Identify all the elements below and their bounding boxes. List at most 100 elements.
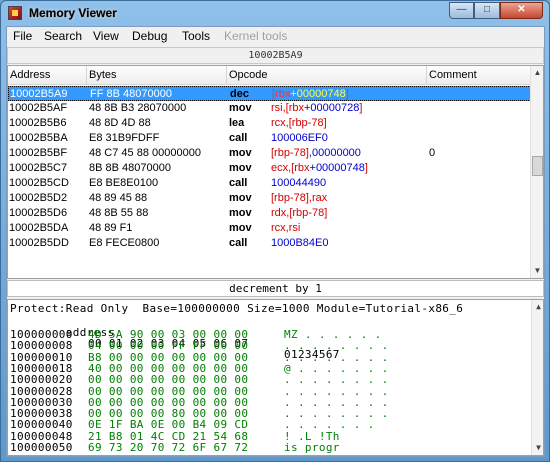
- row-address: 10002B5BA: [9, 132, 68, 144]
- row-address: 10002B5AF: [9, 102, 68, 114]
- hex-row[interactable]: 100000028 00 00 00 00 00 00 00 00. . . . …: [10, 386, 530, 397]
- hex-scrollbar[interactable]: ▲ ▼: [531, 300, 543, 455]
- hex-row[interactable]: 100000040 0E 1F BA 0E 00 B4 09 CD. . . . …: [10, 419, 530, 430]
- menu-file[interactable]: File: [13, 29, 32, 43]
- operand-part: ,00000000: [308, 147, 361, 159]
- row-bytes: E8 FECE0800: [89, 237, 160, 249]
- operand-part: ]: [345, 88, 349, 100]
- operand-part: +00000748: [290, 88, 346, 100]
- operand-part: rsi,[rbx: [271, 102, 304, 114]
- row-address: 10002B5DD: [9, 237, 69, 249]
- disassembler-scrollbar[interactable]: ▲ ▼: [530, 66, 543, 278]
- hex-row-ascii: . . . . . . .: [284, 418, 375, 432]
- row-operands: rcx,[rbp-78]: [271, 116, 327, 131]
- menu-search[interactable]: Search: [44, 29, 82, 43]
- row-opcode: mov: [229, 147, 252, 159]
- column-bytes[interactable]: Bytes: [87, 66, 227, 84]
- menu-view[interactable]: View: [93, 29, 119, 43]
- row-opcode: call: [229, 177, 248, 189]
- row-bytes: 48 8B B3 28070000: [89, 102, 187, 114]
- row-bytes: E8 BE8E0100: [89, 177, 159, 189]
- hex-row-bytes: 69 73 20 70 72 6F 67 72: [88, 441, 249, 454]
- column-comment[interactable]: Comment: [427, 66, 531, 84]
- row-bytes: 48 89 F1: [89, 222, 133, 234]
- row-opcode: call: [229, 132, 248, 144]
- row-bytes: FF 8B 48070000: [90, 88, 172, 100]
- row-address: 10002B5D2: [9, 192, 68, 204]
- hex-row[interactable]: 100000010 B8 00 00 00 00 00 00 00. . . . …: [10, 352, 530, 363]
- row-bytes: E8 31B9FDFF: [89, 132, 160, 144]
- disassembler-row[interactable]: 10002B5AF 48 8B B3 28070000 mov rsi,[rbx+00…: [8, 101, 531, 116]
- row-operands: rdx,[rbp-78]: [271, 206, 327, 221]
- disassembler-row[interactable]: 10002B5A9 FF 8B 48070000 dec [rbx+00000748]: [8, 86, 531, 101]
- row-address: 10002B5A9: [10, 88, 68, 100]
- disassembler-row[interactable]: 10002B5DD E8 FECE0800 call 1000B84E0: [8, 236, 531, 251]
- app-icon: [8, 6, 22, 20]
- row-opcode: mov: [229, 192, 252, 204]
- minimize-button[interactable]: —: [449, 2, 474, 19]
- hex-row-ascii: is progr: [284, 441, 340, 454]
- disassembler-row[interactable]: 10002B5B6 48 8D 4D 88 lea rcx,[rbp-78]: [8, 116, 531, 131]
- row-opcode: mov: [229, 162, 252, 174]
- hex-row[interactable]: 100000020 00 00 00 00 00 00 00 00. . . . …: [10, 374, 530, 385]
- disassembler-row[interactable]: 10002B5C7 8B 8B 48070000 mov ecx,[rbx+00000…: [8, 161, 531, 176]
- operand-part: [rbp-78]: [271, 147, 309, 159]
- disassembler-row[interactable]: 10002B5CD E8 BE8E0100 call 100044490: [8, 176, 531, 191]
- row-operands: 1000B84E0: [271, 236, 329, 251]
- hex-row-bytes: 0E 1F BA 0E 00 B4 09 CD: [88, 418, 249, 432]
- menu-tools[interactable]: Tools: [182, 29, 210, 43]
- scrollbar-thumb[interactable]: [532, 156, 543, 176]
- disassembler-row[interactable]: 10002B5D2 48 89 45 88 mov [rbp-78],rax: [8, 191, 531, 206]
- row-comment: 0: [429, 147, 436, 159]
- menu-debug[interactable]: Debug: [132, 29, 167, 43]
- title-bar[interactable]: Memory Viewer — □ ✕: [1, 1, 549, 26]
- hex-row-bytes: 00 00 00 00 00 00 00 00: [88, 373, 249, 387]
- operand-part: rdx,[rbp-78]: [271, 207, 328, 219]
- disassembler-view[interactable]: Address Bytes Opcode Comment 10002B5A9 FF…: [7, 65, 544, 279]
- row-address: 10002B5B6: [9, 117, 67, 129]
- operand-part: rcx,rsi: [271, 222, 301, 234]
- row-address: 10002B5C7: [9, 162, 68, 174]
- operand-part: 100044490: [271, 177, 327, 189]
- column-address[interactable]: Address: [8, 66, 87, 84]
- hex-row-ascii: . . . . . . . .: [284, 384, 389, 398]
- row-operands: rsi,[rbx+00000728]: [271, 101, 362, 116]
- row-opcode: mov: [229, 207, 252, 219]
- disassembler-row[interactable]: 10002B5D6 48 8B 55 88 mov rdx,[rbp-78]: [8, 206, 531, 221]
- hex-row[interactable]: 100000050 69 73 20 70 72 6F 67 72 is progr: [10, 442, 530, 453]
- row-opcode: mov: [229, 222, 252, 234]
- column-opcode[interactable]: Opcode: [227, 66, 427, 84]
- disassembler-row[interactable]: 10002B5BA E8 31B9FDFF call 100006EF0: [8, 131, 531, 146]
- row-bytes: 8B 8B 48070000: [89, 162, 171, 174]
- memory-viewer-window: Memory Viewer — □ ✕ File Search View Deb…: [0, 0, 550, 462]
- disassembler-row[interactable]: 10002B5DA 48 89 F1 mov rcx,rsi: [8, 221, 531, 236]
- scroll-down-icon[interactable]: ▼: [532, 441, 543, 455]
- hex-row-ascii: . . . . . . . .: [284, 373, 389, 387]
- disassembler-row[interactable]: 10002B5BF 48 C7 45 88 00000000 mov [rbp-78]…: [8, 146, 531, 161]
- scroll-up-icon[interactable]: ▲: [531, 66, 543, 80]
- scroll-up-icon[interactable]: ▲: [532, 300, 543, 314]
- row-bytes: 48 C7 45 88 00000000: [89, 147, 201, 159]
- menu-kernel-tools: Kernel tools: [224, 29, 288, 43]
- hex-row-bytes: 04 00 00 00 FF FF 00 00: [88, 339, 249, 353]
- operand-part: ]: [364, 162, 368, 174]
- row-address: 10002B5DA: [9, 222, 69, 234]
- hex-view[interactable]: Protect:Read Only Base=100000000 Size=10…: [7, 299, 544, 456]
- row-opcode: dec: [230, 88, 249, 100]
- row-operands: [rbp-78],rax: [271, 191, 327, 206]
- row-operands: ecx,[rbx+00000748]: [271, 161, 368, 176]
- operand-part: ]: [359, 102, 363, 114]
- close-button[interactable]: ✕: [500, 2, 543, 19]
- row-operands: [rbx+00000748]: [272, 87, 349, 102]
- maximize-button[interactable]: □: [474, 2, 500, 19]
- operand-part: 1000B84E0: [271, 237, 329, 249]
- row-address: 10002B5BF: [9, 147, 68, 159]
- row-operands: 100044490: [271, 176, 326, 191]
- client-area: File Search View Debug Tools Kernel tool…: [6, 26, 545, 457]
- scroll-down-icon[interactable]: ▼: [531, 264, 543, 278]
- row-operands: 100006EF0: [271, 131, 328, 146]
- row-operands: rcx,rsi: [271, 221, 300, 236]
- hex-row[interactable]: 100000008 04 00 00 00 FF FF 00 00. . . . …: [10, 340, 530, 351]
- hex-row-ascii: . . . . . . . .: [284, 350, 389, 364]
- menu-bar: File Search View Debug Tools Kernel tool…: [7, 27, 544, 46]
